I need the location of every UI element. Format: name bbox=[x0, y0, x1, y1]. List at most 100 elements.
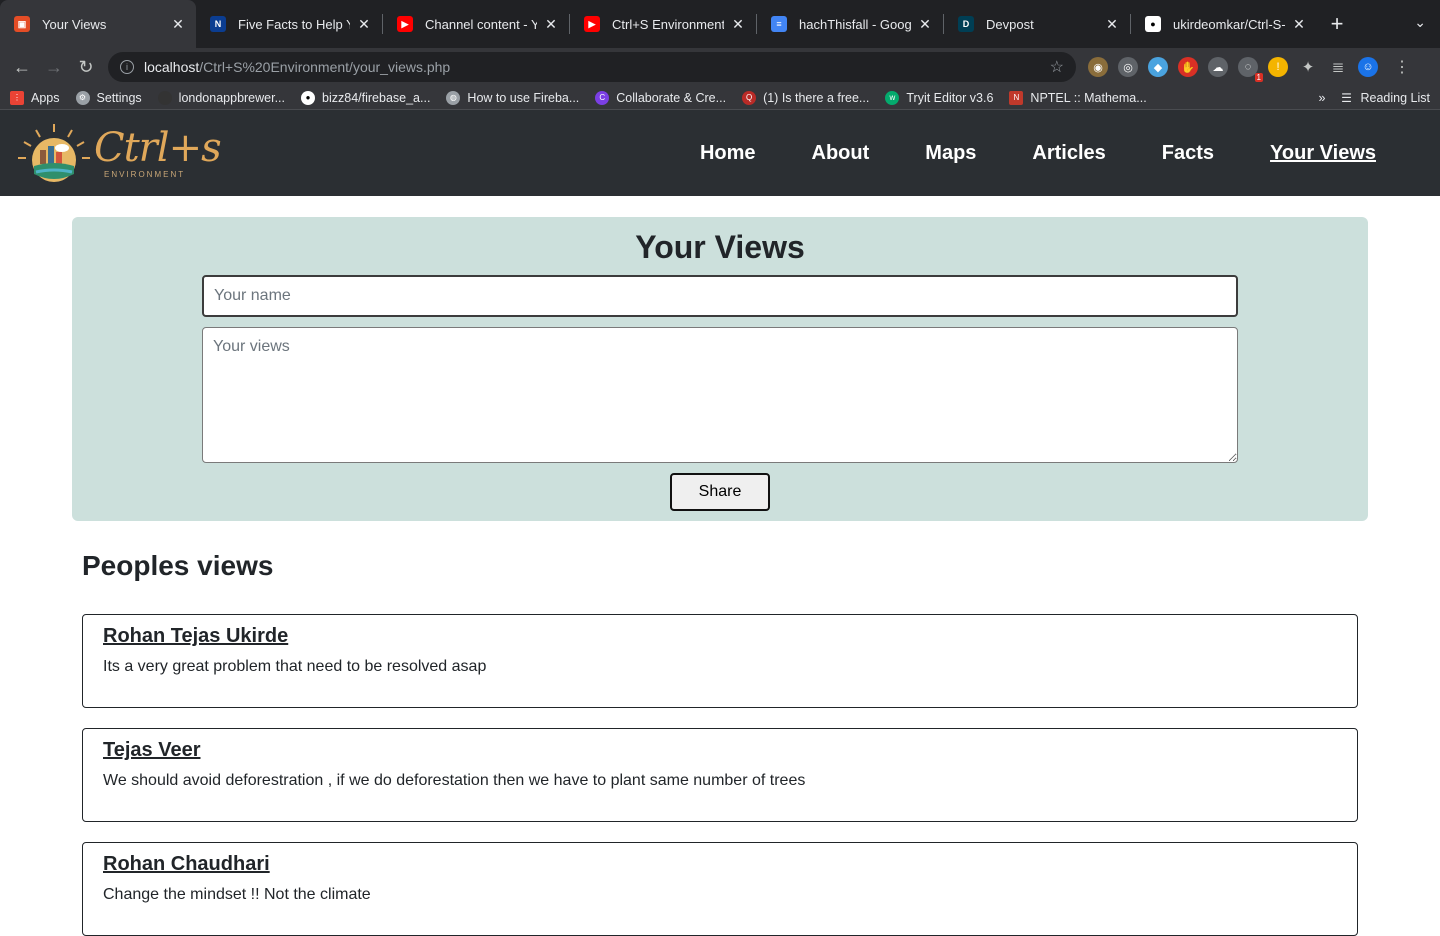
bookmark-item[interactable]: ● bizz84/firebase_a... bbox=[301, 90, 430, 105]
nptel-icon: N bbox=[1009, 90, 1024, 105]
nav-articles[interactable]: Articles bbox=[1032, 142, 1105, 165]
apps-grid-icon: ⋮ bbox=[10, 90, 24, 105]
close-icon[interactable]: ✕ bbox=[730, 16, 746, 33]
reading-list-icon: ☰ bbox=[1341, 90, 1352, 105]
bookmark-label: londonappbrewer... bbox=[178, 90, 286, 105]
nav-about[interactable]: About bbox=[812, 142, 870, 165]
form-title: Your Views bbox=[635, 229, 805, 265]
extension-icon[interactable]: ◉ bbox=[1088, 57, 1108, 77]
view-text: Its a very great problem that need to be… bbox=[103, 658, 487, 675]
bookmark-star-icon[interactable]: ☆ bbox=[1050, 57, 1064, 77]
views-form-panel: Your Views Share bbox=[72, 217, 1368, 521]
media-control-icon[interactable]: ≣ bbox=[1328, 57, 1348, 77]
view-author[interactable]: Tejas Veer bbox=[103, 739, 1337, 762]
browser-tab[interactable]: D Devpost ✕ bbox=[944, 0, 1130, 48]
bookmark-item[interactable]: C Collaborate & Cre... bbox=[595, 90, 727, 105]
bookmark-item[interactable]: ◍ How to use Fireba... bbox=[446, 90, 580, 105]
canva-icon: C bbox=[595, 90, 610, 105]
view-text: We should avoid deforestration , if we d… bbox=[103, 772, 806, 789]
view-card: Tejas Veer We should avoid deforestratio… bbox=[82, 728, 1358, 822]
logo-subtitle: ENVIRONMENT bbox=[104, 169, 186, 179]
browser-tab[interactable]: ● ukirdeomkar/Ctrl-S-E ✕ bbox=[1131, 0, 1317, 48]
views-textarea[interactable] bbox=[202, 327, 1238, 463]
more-bookmarks-chevron-icon[interactable]: » bbox=[1319, 91, 1326, 105]
quora-icon: Q bbox=[742, 90, 757, 105]
site-logo[interactable]: Ctrl+s ENVIRONMENT bbox=[16, 122, 222, 184]
bookmark-item[interactable]: londonappbrewer... bbox=[157, 90, 286, 105]
view-author[interactable]: Rohan Chaudhari bbox=[103, 853, 1337, 876]
sun-logo-icon bbox=[18, 124, 90, 182]
nav-your-views[interactable]: Your Views bbox=[1270, 142, 1376, 165]
bookmark-label: How to use Fireba... bbox=[467, 90, 580, 105]
bookmark-label: (1) Is there a free... bbox=[763, 90, 870, 105]
close-icon[interactable]: ✕ bbox=[170, 16, 186, 33]
nav-home[interactable]: Home bbox=[700, 142, 756, 165]
tab-title: Ctrl+S Environment | bbox=[612, 16, 724, 32]
browser-tab[interactable]: ▶ Ctrl+S Environment | ✕ bbox=[570, 0, 756, 48]
tab-title: Channel content - You bbox=[425, 16, 537, 32]
name-input[interactable] bbox=[202, 275, 1238, 317]
browser-tab[interactable]: N Five Facts to Help You ✕ bbox=[196, 0, 382, 48]
gear-icon: ⚙ bbox=[75, 90, 90, 105]
nav-facts[interactable]: Facts bbox=[1162, 142, 1214, 165]
bookmark-item[interactable]: N NPTEL :: Mathema... bbox=[1009, 90, 1147, 105]
bookmark-item[interactable]: ⚙ Settings bbox=[75, 90, 142, 105]
tab-title: hachThisfall - Google bbox=[799, 16, 911, 32]
reading-list-label: Reading List bbox=[1360, 90, 1431, 105]
github-icon: ● bbox=[301, 90, 316, 105]
site-info-icon[interactable]: i bbox=[120, 60, 134, 74]
close-icon[interactable]: ✕ bbox=[356, 16, 372, 33]
new-tab-button[interactable]: + bbox=[1317, 0, 1357, 48]
browser-tab-strip: ▣ Your Views ✕ N Five Facts to Help You … bbox=[0, 0, 1440, 48]
close-icon[interactable]: ✕ bbox=[543, 16, 559, 33]
bookmark-item[interactable]: ⋮ Apps bbox=[10, 90, 60, 105]
tab-search-chevron-icon[interactable]: ⌄ bbox=[1414, 14, 1426, 31]
extension-icon[interactable]: ◌ 1 bbox=[1238, 57, 1263, 82]
youtube-icon: ▶ bbox=[397, 16, 413, 32]
extension-icon[interactable]: ✋ bbox=[1178, 57, 1198, 77]
view-author[interactable]: Rohan Tejas Ukirde bbox=[103, 625, 1337, 648]
w3schools-icon: w bbox=[885, 90, 900, 105]
tab-title: Your Views bbox=[42, 16, 107, 32]
tab-favicon-icon: ▣ bbox=[14, 16, 30, 32]
back-arrow-icon[interactable]: ← bbox=[8, 53, 36, 81]
reload-icon[interactable]: ↻ bbox=[72, 53, 100, 81]
view-card: Rohan Tejas Ukirde Its a very great prob… bbox=[82, 614, 1358, 708]
extension-icon[interactable]: ◆ bbox=[1148, 57, 1168, 77]
extension-icon[interactable]: ◎ bbox=[1118, 57, 1138, 77]
bookmark-item[interactable]: w Tryit Editor v3.6 bbox=[885, 90, 993, 105]
extension-icon[interactable]: ! bbox=[1268, 57, 1288, 77]
youtube-icon: ▶ bbox=[584, 16, 600, 32]
site-header: Ctrl+s ENVIRONMENT Home About Maps Artic… bbox=[0, 110, 1440, 196]
bookmark-favicon-icon bbox=[157, 90, 172, 105]
browser-tab[interactable]: ≡ hachThisfall - Google ✕ bbox=[757, 0, 943, 48]
tab-title: Devpost bbox=[986, 16, 1034, 32]
main-nav: Home About Maps Articles Facts Your View… bbox=[644, 142, 1376, 165]
profile-avatar[interactable]: ☺ bbox=[1358, 57, 1378, 77]
browser-toolbar: ← → ↻ i localhost /Ctrl+S%20Environment/… bbox=[0, 48, 1440, 86]
browser-tab[interactable]: ▶ Channel content - You ✕ bbox=[383, 0, 569, 48]
bookmarks-bar: ⋮ Apps ⚙ Settings londonappbrewer... ● bizz… bbox=[0, 86, 1440, 110]
tab-title: Five Facts to Help You bbox=[238, 16, 350, 32]
bookmark-item[interactable]: Q (1) Is there a free... bbox=[742, 90, 870, 105]
reading-list-button[interactable]: ☰ Reading List bbox=[1340, 90, 1431, 105]
extension-icon[interactable]: ☁ bbox=[1208, 57, 1228, 77]
share-button[interactable]: Share bbox=[670, 473, 770, 511]
forward-arrow-icon[interactable]: → bbox=[40, 53, 68, 81]
puzzle-icon[interactable]: ✦ bbox=[1298, 57, 1318, 77]
peoples-views-heading: Peoples views bbox=[82, 550, 274, 581]
github-icon: ● bbox=[1145, 16, 1161, 32]
logo-wordmark: Ctrl+s bbox=[94, 124, 222, 171]
tab-title: ukirdeomkar/Ctrl-S-E bbox=[1173, 16, 1285, 32]
close-icon[interactable]: ✕ bbox=[917, 16, 933, 33]
close-icon[interactable]: ✕ bbox=[1291, 16, 1307, 33]
address-bar[interactable]: i localhost /Ctrl+S%20Environment/your_v… bbox=[108, 52, 1076, 82]
close-icon[interactable]: ✕ bbox=[1104, 16, 1120, 33]
nav-maps[interactable]: Maps bbox=[925, 142, 976, 165]
google-docs-icon: ≡ bbox=[771, 16, 787, 32]
bookmark-label: Collaborate & Cre... bbox=[616, 90, 727, 105]
bookmark-label: Settings bbox=[96, 90, 142, 105]
browser-tab[interactable]: ▣ Your Views ✕ bbox=[0, 0, 196, 48]
more-menu-icon[interactable]: ⋮ bbox=[1394, 57, 1410, 77]
url-path: /Ctrl+S%20Environment/your_views.php bbox=[199, 59, 451, 75]
